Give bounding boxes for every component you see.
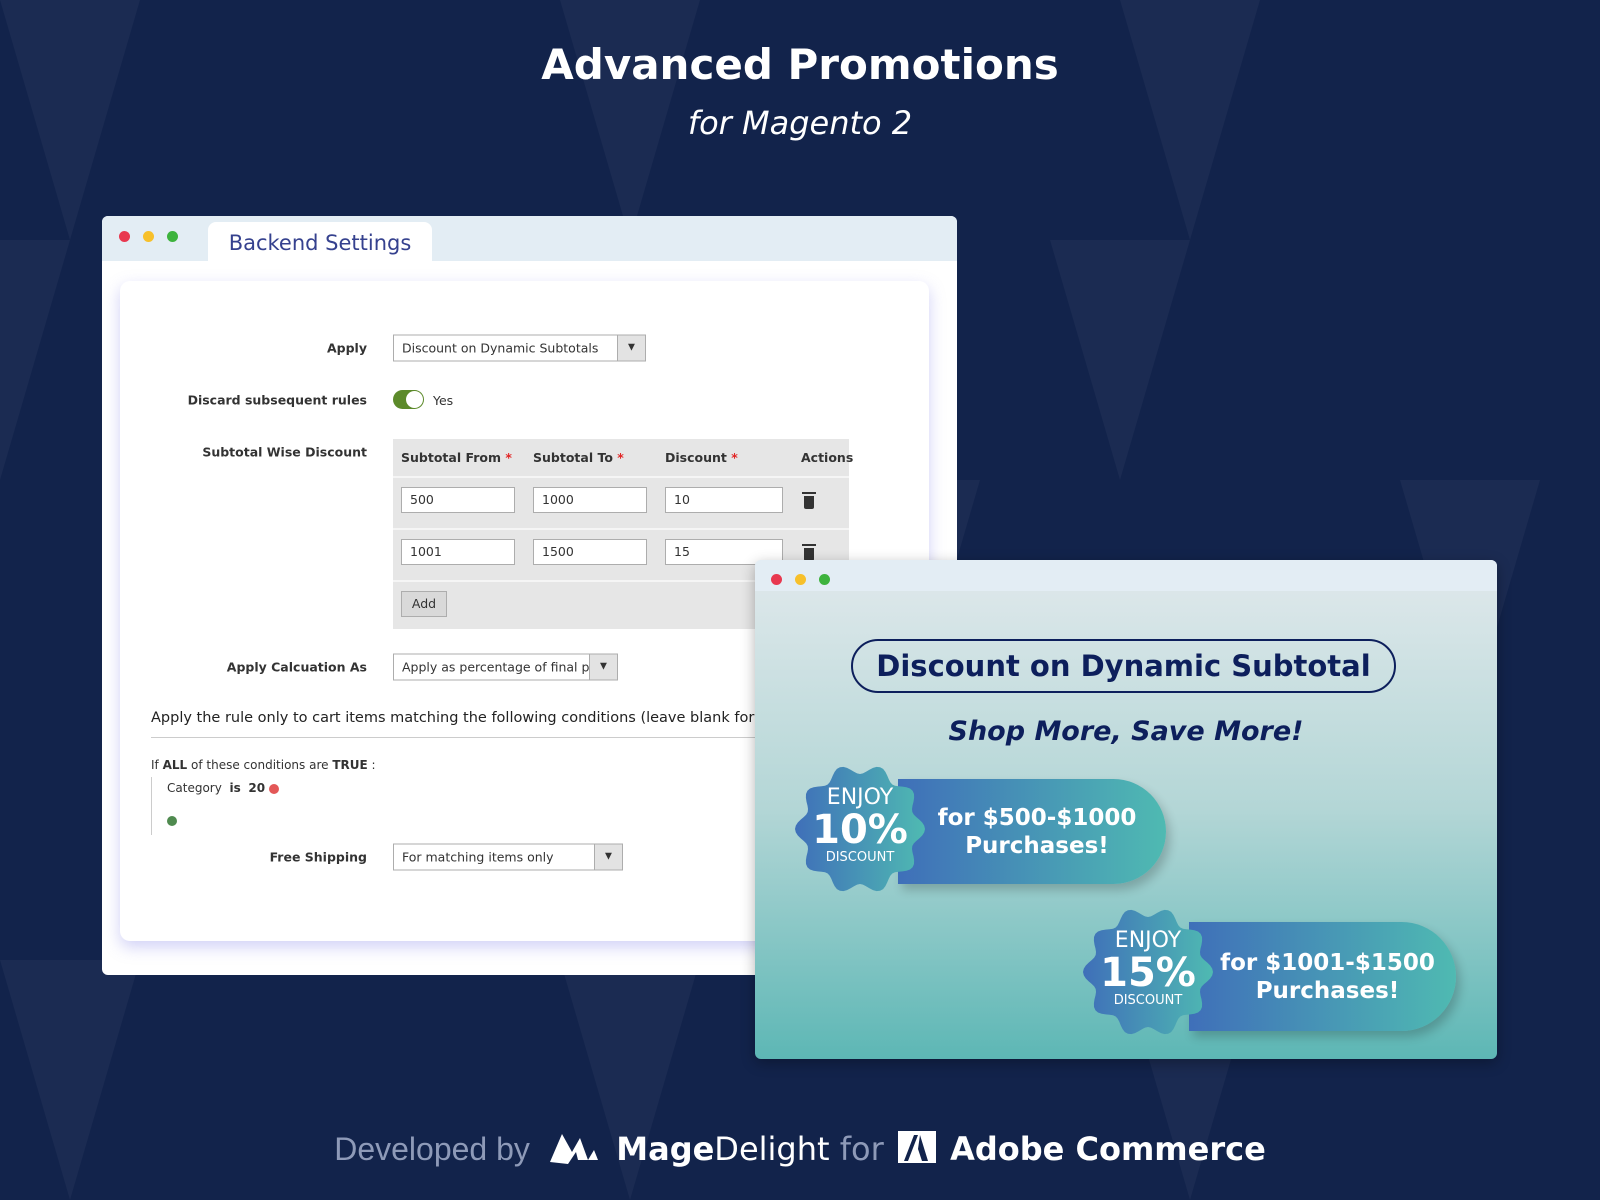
chevron-down-icon: ▼ bbox=[594, 844, 622, 870]
promo-tagline: Shop More, Save More! bbox=[948, 716, 1304, 747]
col-discount: Discount * bbox=[665, 450, 738, 465]
condition-item: Category is 20 bbox=[167, 781, 279, 795]
calc-select[interactable]: Apply as percentage of final price ▼ bbox=[393, 653, 618, 681]
subtotal-from-input[interactable]: 500 bbox=[401, 487, 515, 513]
col-actions: Actions bbox=[801, 450, 854, 465]
page-title: Advanced Promotions bbox=[541, 40, 1059, 89]
tab-backend-settings[interactable]: Backend Settings bbox=[208, 222, 432, 261]
discard-value: Yes bbox=[433, 393, 454, 408]
background-triangle bbox=[1050, 240, 1190, 480]
window-titlebar: Backend Settings bbox=[102, 216, 957, 261]
promo-title: Discount on Dynamic Subtotal bbox=[851, 639, 1396, 693]
aggregator-link[interactable]: ALL bbox=[163, 758, 188, 772]
page-subtitle: for Magento 2 bbox=[687, 104, 913, 142]
ship-select[interactable]: For matching items only ▼ bbox=[393, 843, 623, 871]
background-triangle bbox=[0, 240, 70, 480]
subtotal-to-input[interactable]: 1500 bbox=[533, 539, 647, 565]
apply-select-value: Discount on Dynamic Subtotals bbox=[402, 340, 599, 356]
promo-window: Discount on Dynamic Subtotal Shop More, … bbox=[755, 560, 1497, 1059]
close-dot-icon[interactable] bbox=[771, 574, 782, 585]
subtotal-label: Subtotal Wise Discount bbox=[202, 444, 367, 460]
subtotal-from-input[interactable]: 1001 bbox=[401, 539, 515, 565]
maximize-dot-icon[interactable] bbox=[167, 231, 178, 242]
col-subtotal-from: Subtotal From * bbox=[401, 450, 512, 465]
apply-label: Apply bbox=[326, 340, 367, 356]
discount-badge: ENJOY 10% DISCOUNT bbox=[790, 759, 930, 899]
calc-select-value: Apply as percentage of final price bbox=[402, 659, 613, 675]
close-dot-icon[interactable] bbox=[119, 231, 130, 242]
maximize-dot-icon[interactable] bbox=[819, 574, 830, 585]
value-link[interactable]: TRUE bbox=[332, 758, 367, 772]
chevron-down-icon: ▼ bbox=[617, 335, 645, 361]
col-subtotal-to: Subtotal To * bbox=[533, 450, 624, 465]
offer-banner: for $500-$1000 Purchases! bbox=[898, 779, 1166, 884]
ship-label: Free Shipping bbox=[269, 849, 367, 865]
ship-select-value: For matching items only bbox=[402, 849, 554, 865]
discount-input[interactable]: 10 bbox=[665, 487, 783, 513]
conditions-heading: Apply the rule only to cart items matchi… bbox=[151, 710, 832, 726]
minimize-dot-icon[interactable] bbox=[795, 574, 806, 585]
conditions-summary: If ALL of these conditions are TRUE : bbox=[151, 758, 376, 772]
calc-label: Apply Calcuation As bbox=[226, 659, 367, 675]
discard-toggle[interactable] bbox=[393, 390, 424, 409]
subtotal-to-input[interactable]: 1000 bbox=[533, 487, 647, 513]
discount-badge: ENJOY 15% DISCOUNT bbox=[1078, 902, 1218, 1042]
magedelight-logo-icon bbox=[548, 1130, 599, 1172]
developed-by-text: Developed by bbox=[334, 1131, 530, 1167]
add-row-button[interactable]: Add bbox=[401, 591, 447, 617]
trash-icon[interactable] bbox=[802, 492, 816, 509]
discard-label: Discard subsequent rules bbox=[187, 392, 367, 408]
remove-condition-icon[interactable] bbox=[268, 783, 279, 794]
chevron-down-icon: ▼ bbox=[589, 654, 617, 680]
offer-banner: for $1001-$1500 Purchases! bbox=[1189, 922, 1456, 1031]
footer-credits: Developed by MageDelight for Adobe Comme… bbox=[0, 1130, 1600, 1172]
add-condition-icon[interactable] bbox=[167, 816, 177, 826]
apply-select[interactable]: Discount on Dynamic Subtotals ▼ bbox=[393, 334, 646, 362]
adobe-logo-icon bbox=[897, 1131, 936, 1171]
window-titlebar bbox=[755, 560, 1497, 591]
minimize-dot-icon[interactable] bbox=[143, 231, 154, 242]
